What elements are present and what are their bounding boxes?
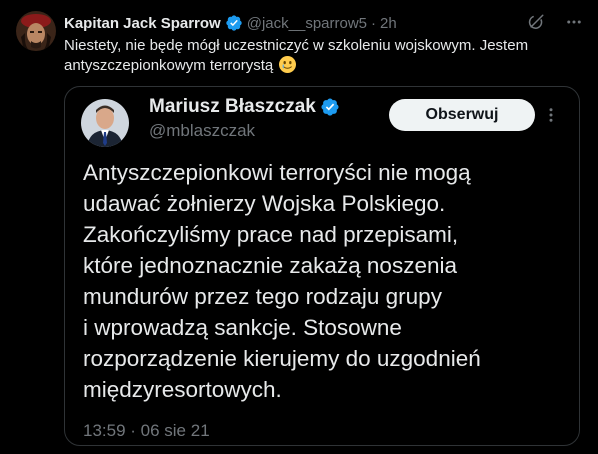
quoted-tweet[interactable]: Mariusz Błaszczak @mblaszczak Obserwuj A…: [64, 86, 580, 446]
quoted-author-avatar[interactable]: [81, 99, 129, 147]
quoted-tweet-text: Antyszczepionkowi terroryści nie mogą ud…: [83, 157, 563, 405]
quoted-author-name-row: Mariusz Błaszczak: [149, 96, 340, 118]
sad-smiling-face-emoji-icon: [279, 56, 297, 73]
quoted-text-line: udawać żołnierzy Wojska Polskiego.: [83, 191, 446, 216]
tweet-header: Kapitan Jack Sparrow @jack__sparrow5 · 2…: [64, 13, 397, 33]
tweet-time[interactable]: 2h: [380, 15, 397, 32]
tweet-text: Niestety, nie będę mógł uczestniczyć w s…: [64, 36, 564, 76]
quoted-text-line: mundurów przez tego rodzaju grupy: [83, 284, 442, 309]
grok-icon[interactable]: [526, 12, 546, 32]
separator-dot: ·: [371, 14, 377, 32]
quoted-text-line: które jednoznacznie zakażą noszenia: [83, 253, 457, 278]
quoted-tweet-timestamp[interactable]: 13:59 · 06 sie 21: [83, 421, 210, 441]
more-icon[interactable]: [541, 105, 561, 125]
verified-badge-icon: [320, 97, 340, 117]
quoted-text-line: i wprowadzą sankcje. Stosowne: [83, 315, 402, 340]
quoted-text-line: Antyszczepionkowi terroryści nie mogą: [83, 160, 471, 185]
author-name[interactable]: Kapitan Jack Sparrow: [64, 15, 221, 32]
quoted-author-name[interactable]: Mariusz Błaszczak: [149, 96, 316, 118]
quoted-text-line: rozporządzenie kierujemy do uzgodnień: [83, 346, 481, 371]
author-avatar[interactable]: [16, 11, 56, 51]
tweet[interactable]: Kapitan Jack Sparrow @jack__sparrow5 · 2…: [0, 0, 598, 454]
quoted-text-line: międzyresortowych.: [83, 377, 282, 402]
author-handle[interactable]: @jack__sparrow5: [247, 15, 367, 32]
verified-badge-icon: [225, 14, 243, 32]
tweet-actions: [526, 12, 584, 32]
quoted-text-line: Zakończyliśmy prace nad przepisami,: [83, 222, 459, 247]
more-icon[interactable]: [564, 12, 584, 32]
quoted-author-handle[interactable]: @mblaszczak: [149, 121, 255, 141]
follow-button[interactable]: Obserwuj: [389, 99, 535, 131]
